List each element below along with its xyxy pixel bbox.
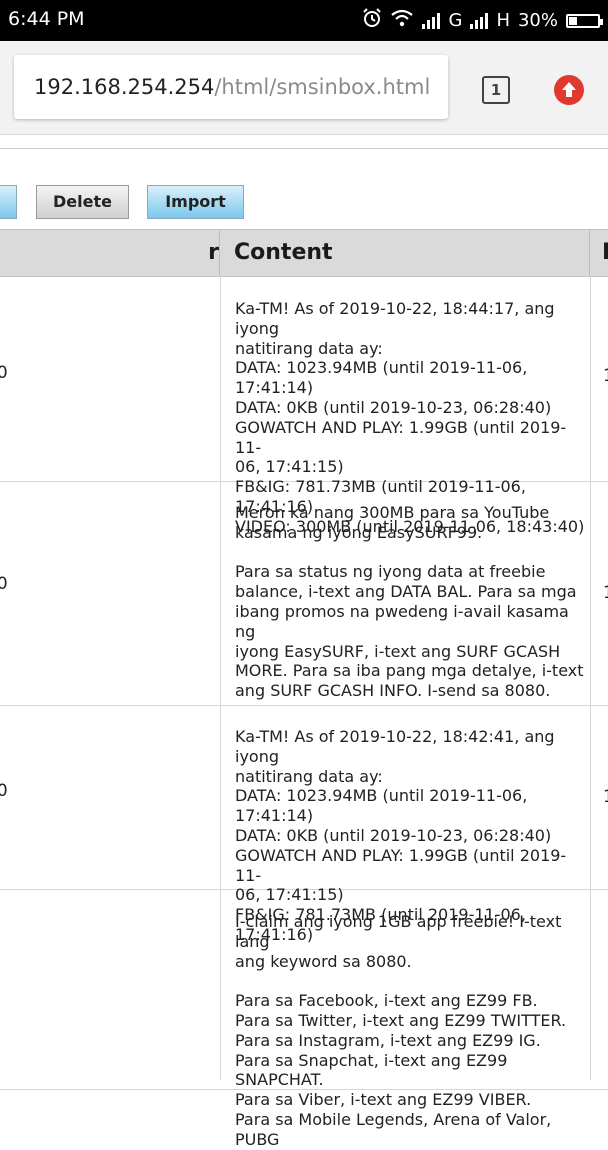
- import-button[interactable]: Import: [147, 185, 244, 219]
- status-bar: 6:44 PM G H 30%: [0, 0, 608, 41]
- table-row[interactable]: I-claim ang iyong 1GB app freebie! I-tex…: [0, 889, 608, 1149]
- column-header-next[interactable]: I: [590, 230, 608, 276]
- delete-button[interactable]: Delete: [36, 185, 129, 219]
- message-content: I-claim ang iyong 1GB app freebie! I-tex…: [235, 912, 567, 1149]
- tab-switcher-button[interactable]: 1: [482, 76, 510, 104]
- url-path: /html/smsinbox.html: [214, 75, 431, 99]
- row-extra-cell: 1: [603, 787, 608, 807]
- table-row[interactable]: 30 Meron ka nang 300MB para sa YouTube k…: [0, 481, 608, 706]
- partial-button[interactable]: [0, 185, 17, 219]
- address-bar[interactable]: 192.168.254.254/html/smsinbox.html: [14, 55, 448, 119]
- status-icons: G H 30%: [362, 8, 603, 33]
- alarm-icon: [362, 8, 382, 33]
- signal-icon: [470, 12, 489, 29]
- row-number-cell: 30: [0, 574, 8, 594]
- battery-icon: [566, 13, 603, 28]
- browser-toolbar: 192.168.254.254/html/smsinbox.html 1: [0, 41, 608, 135]
- status-time: 6:44 PM: [8, 8, 85, 30]
- network-type-2: H: [496, 10, 510, 31]
- battery-percent: 30%: [517, 10, 558, 31]
- row-number-cell: 30: [0, 781, 8, 801]
- table-header: r Content I: [0, 229, 608, 277]
- network-type-1: G: [448, 10, 463, 31]
- signal-icon: [422, 12, 441, 29]
- message-content: Meron ka nang 300MB para sa YouTube kasa…: [235, 503, 584, 701]
- row-extra-cell: 1: [603, 366, 608, 386]
- table-row[interactable]: 30 Ka-TM! As of 2019-10-22, 18:44:17, an…: [0, 276, 608, 536]
- column-header-number[interactable]: r: [0, 230, 220, 276]
- page-divider: [0, 148, 608, 149]
- table-row[interactable]: 30 Ka-TM! As of 2019-10-22, 18:42:41, an…: [0, 705, 608, 944]
- inbox-toolbar: Delete Import: [0, 168, 608, 228]
- wifi-icon: [390, 9, 414, 32]
- update-icon[interactable]: [554, 75, 584, 105]
- url-host: 192.168.254.254: [34, 75, 215, 99]
- row-extra-cell: 1: [603, 583, 608, 603]
- row-number-cell: 30: [0, 363, 8, 383]
- column-header-content[interactable]: Content: [220, 230, 590, 276]
